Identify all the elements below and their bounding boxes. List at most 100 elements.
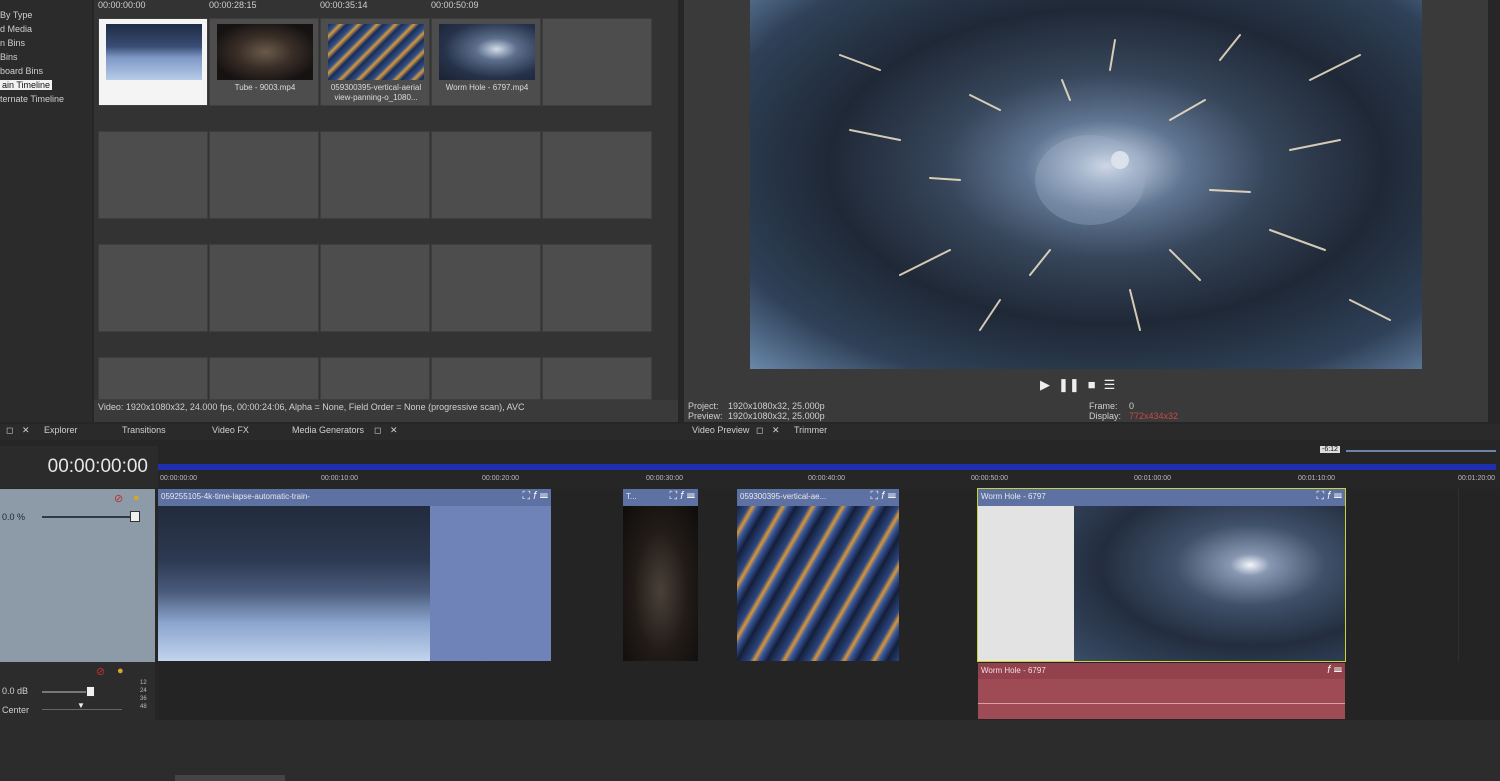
media-caption: Worm Hole - 6797.mp4 [445,83,529,92]
media-item[interactable]: 059300395-vertical-aerial view-panning-o… [320,18,430,106]
timeline-empty-area[interactable] [0,720,1500,781]
media-empty-cell [98,131,208,219]
close-icon[interactable]: ✕ [772,425,780,436]
meter-label: 24 [140,688,147,694]
bin-main-timeline[interactable]: ain Timeline [0,80,53,90]
media-info-bar: Video: 1920x1080x32, 24.000 fps, 00:00:2… [94,400,678,422]
clip-thumbnail [158,506,430,661]
audio-pan: Center [2,705,30,715]
audio-waveform [978,703,1345,704]
media-empty-cell [320,357,430,400]
volume-slider[interactable] [42,691,92,693]
stop-icon[interactable]: ■ [1088,377,1096,392]
bin-bins-2[interactable]: Bins [0,52,18,62]
tab-video-preview[interactable]: Video Preview [692,425,749,435]
preview-transport: ▶ ❚❚ ■ ☰ [1040,376,1123,392]
clip-menu-icon[interactable]: ☰ [1334,664,1342,676]
clip-thumbnail [737,506,899,661]
bin-media[interactable]: d Media [0,24,32,34]
fx-icon[interactable]: 𝑓 [1327,664,1330,676]
docked-tab-strip: ◻ ✕ Explorer Transitions Video FX Media … [0,424,1500,440]
fx-icon[interactable]: 𝑓 [881,490,884,502]
mute-icon[interactable]: ⊘ [96,665,105,678]
ruler-tick: 00:01:10:00 [1298,475,1335,482]
window-restore-icon[interactable]: ◻ [6,425,13,436]
ruler-tick: 00:00:40:00 [808,475,845,482]
crop-icon[interactable]: ⛶ [670,490,678,502]
media-thumbnail [106,24,202,80]
tab-explorer[interactable]: Explorer [44,425,78,435]
meter-label: 48 [140,704,147,710]
tab-video-fx[interactable]: Video FX [212,425,249,435]
pan-slider-thumb[interactable]: ▼ [77,701,85,710]
clip-thumbnail [623,506,698,661]
media-empty-cell [431,131,541,219]
fx-icon[interactable]: 𝑓 [1327,490,1330,502]
video-clip-train[interactable]: 059255105-4k-time-lapse-automatic-train-… [158,489,551,661]
ruler-tick: 00:00:20:00 [482,475,519,482]
zoom-slider[interactable] [1346,450,1496,452]
clip-menu-icon[interactable]: ☰ [540,490,548,502]
level-slider[interactable] [42,516,136,518]
window-restore-icon[interactable]: ◻ [374,425,381,436]
tab-media-generators[interactable]: Media Generators [292,425,364,435]
media-item[interactable]: Worm Hole - 6797.mp4 [431,18,541,106]
clip-menu-icon[interactable]: ☰ [1334,490,1342,502]
fx-icon[interactable]: 𝑓 [533,490,536,502]
solo-icon[interactable]: ● [117,665,124,677]
pause-icon[interactable]: ❚❚ [1058,377,1080,393]
media-empty-cell [320,131,430,219]
video-clip-highway[interactable]: 059300395-vertical-ae... ⛶ 𝑓 ☰ [737,489,899,661]
close-icon[interactable]: ✕ [22,425,30,436]
crop-icon[interactable]: ⛶ [871,490,879,502]
clip-title: Worm Hole - 6797 [978,663,1345,679]
crop-icon[interactable]: ⛶ [523,490,531,502]
horizontal-scrollbar[interactable] [175,775,285,781]
audio-track-header: ⊘ ● 0.0 dB Center ▼ 12 24 36 48 [0,662,155,720]
clip-menu-icon[interactable]: ☰ [687,490,695,502]
loop-region-bar[interactable] [158,464,1496,470]
video-track-header: ⊘ ● 0.0 % [0,489,155,662]
solo-icon[interactable]: ● [133,492,140,504]
clip-title: 059255105-4k-time-lapse-automatic-train- [158,489,551,506]
bin-bins-1[interactable]: n Bins [0,38,25,48]
clip-thumbnail [1074,506,1345,661]
video-clip-tube[interactable]: T... ⛶ 𝑓 ☰ [623,489,698,661]
media-thumbnail [328,24,424,80]
bin-by-type[interactable]: By Type [0,10,32,20]
tab-trimmer[interactable]: Trimmer [794,425,827,435]
media-empty-cell [542,244,652,332]
window-restore-icon[interactable]: ◻ [756,425,763,436]
ruler-tick: 00:00:00:00 [160,475,197,482]
media-empty-cell [98,357,208,400]
volume-slider-thumb[interactable] [86,686,95,697]
mute-icon[interactable]: ⊘ [114,492,123,505]
media-item[interactable]: Tube - 9003.mp4 [209,18,319,106]
menu-icon[interactable]: ☰ [1104,377,1116,393]
level-slider-thumb[interactable] [130,511,140,522]
video-clip-wormhole[interactable]: Worm Hole - 6797 ⛶ 𝑓 ☰ [977,488,1346,662]
audio-clip-wormhole[interactable]: Worm Hole - 6797 𝑓 ☰ [978,663,1345,719]
clip-menu-icon[interactable]: ☰ [888,490,896,502]
ruler-tick: 00:00:30:00 [646,475,683,482]
play-icon[interactable]: ▶ [1040,377,1050,393]
meter-label: 12 [140,680,147,686]
media-timecode: 00:00:28:15 [209,0,257,10]
crop-icon[interactable]: ⛶ [1317,490,1325,502]
close-icon[interactable]: ✕ [390,425,398,436]
bin-board[interactable]: board Bins [0,66,43,76]
preview-frame [750,0,1422,369]
bin-alternate-timeline[interactable]: ternate Timeline [0,94,64,104]
zoom-level: -6:12 [1320,446,1340,453]
media-item[interactable] [98,18,208,106]
media-timecode: 00:00:35:14 [320,0,368,10]
video-track[interactable]: 059255105-4k-time-lapse-automatic-train-… [158,488,1500,720]
timeline-timecode[interactable]: 00:00:00:00 [48,456,148,478]
media-caption: 059300395-vertical-aerial view-panning-o… [330,83,422,102]
audio-track[interactable]: Worm Hole - 6797 𝑓 ☰ [158,662,1500,720]
ruler-tick: 00:00:10:00 [321,475,358,482]
clip-fade-region [978,506,1074,661]
fx-icon[interactable]: 𝑓 [680,490,683,502]
tab-transitions[interactable]: Transitions [122,425,166,435]
ruler-tick: 00:01:00:00 [1134,475,1171,482]
